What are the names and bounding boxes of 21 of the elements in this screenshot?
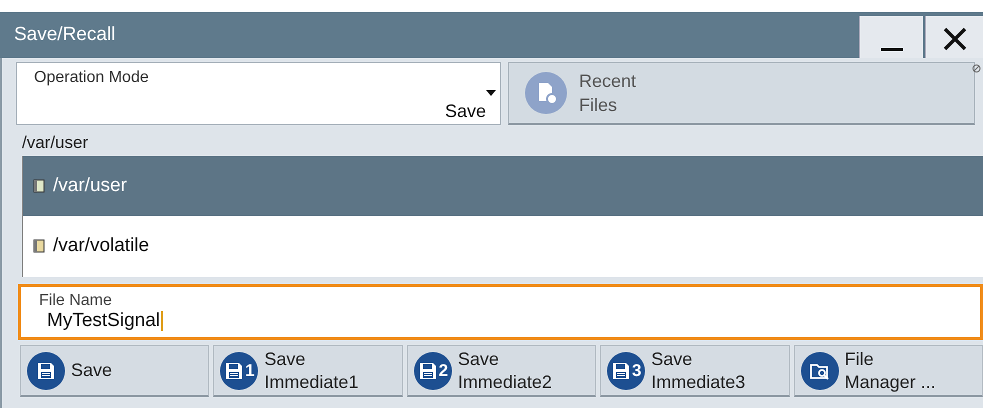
file-name-field[interactable]: File Name MyTestSignal — [18, 284, 983, 340]
folder-search-icon — [800, 352, 839, 390]
folder-icon — [33, 179, 45, 193]
recent-files-button[interactable]: Recent Files — [508, 62, 975, 125]
save-button[interactable]: Save — [20, 345, 210, 397]
window-title: Save/Recall — [14, 24, 116, 46]
floppy-disk-icon: 1 — [220, 352, 258, 390]
caret-icon — [486, 90, 496, 96]
text-cursor — [161, 311, 166, 331]
file-manager-button[interactable]: File Manager ... — [794, 345, 983, 397]
minimize-icon — [880, 48, 902, 50]
operation-mode-dropdown[interactable]: Operation Mode Save — [16, 62, 501, 125]
floppy-disk-icon — [27, 352, 65, 390]
folder-icon — [33, 239, 45, 253]
directory-item[interactable]: /var/user — [23, 156, 983, 216]
files-icon — [525, 72, 567, 114]
floppy-disk-icon: 3 — [607, 352, 646, 390]
current-path: /var/user — [22, 133, 90, 153]
no-entry-icon — [972, 64, 981, 73]
floppy-disk-icon: 2 — [414, 352, 452, 390]
directory-item[interactable]: /var/volatile — [23, 216, 983, 276]
